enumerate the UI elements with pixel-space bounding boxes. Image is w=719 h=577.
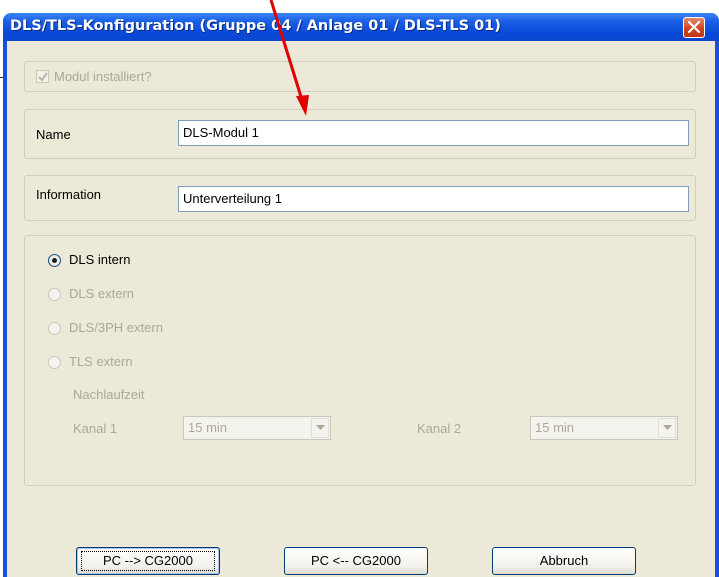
arrow-head-icon (296, 95, 309, 116)
annotation-arrow (269, 0, 309, 116)
